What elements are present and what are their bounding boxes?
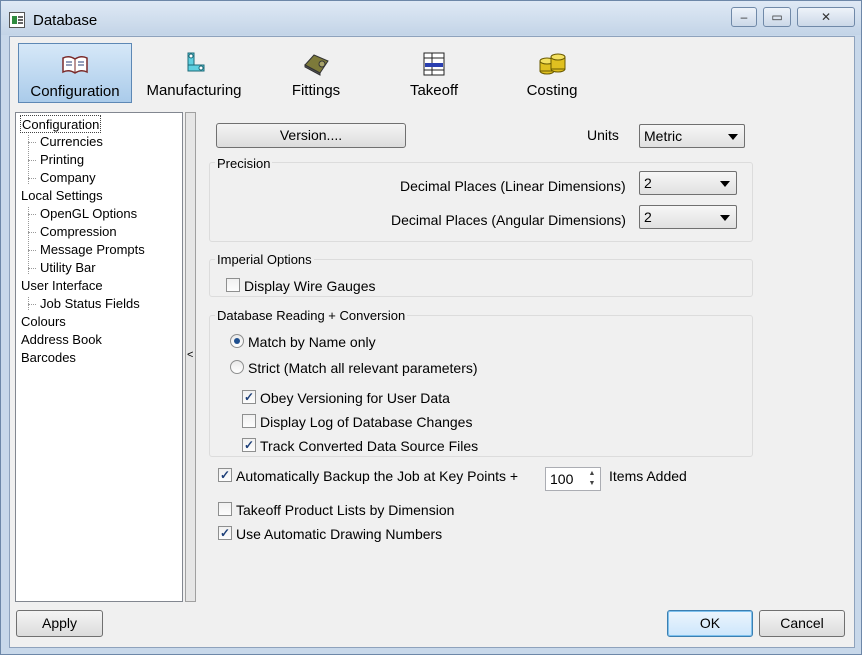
- fittings-icon: [304, 54, 329, 76]
- imperial-title: Imperial Options: [215, 252, 314, 267]
- ok-button[interactable]: OK: [667, 610, 753, 637]
- auto-drawing-label: Use Automatic Drawing Numbers: [236, 526, 443, 542]
- linear-decimals-select[interactable]: 2: [639, 171, 737, 195]
- strict-match-label: Strict (Match all relevant parameters): [248, 360, 478, 376]
- stepper-up-icon[interactable]: ▲: [585, 469, 599, 479]
- wire-gauges-label: Display Wire Gauges: [244, 278, 376, 294]
- tab-configuration[interactable]: Configuration: [18, 43, 132, 103]
- obey-versioning-checkbox[interactable]: ✓: [242, 390, 256, 404]
- tab-label: Manufacturing: [146, 82, 242, 99]
- takeoff-icon: [423, 52, 445, 76]
- settings-tree[interactable]: Configuration Currencies Printing Compan…: [15, 112, 183, 602]
- precision-title: Precision: [215, 156, 273, 171]
- units-select[interactable]: Metric: [639, 124, 745, 148]
- collapse-arrow-icon: <: [187, 349, 194, 361]
- units-value: Metric: [644, 128, 683, 144]
- version-button[interactable]: Version....: [216, 123, 406, 148]
- title-bar[interactable]: Database – ▭ ✕: [1, 1, 861, 35]
- tree-item-compression[interactable]: Compression: [40, 223, 117, 241]
- obey-versioning-label: Obey Versioning for User Data: [260, 390, 450, 406]
- auto-backup-label: Automatically Backup the Job at Key Poin…: [236, 468, 519, 484]
- app-icon: [9, 12, 25, 28]
- angular-decimals-label: Decimal Places (Angular Dimensions): [391, 212, 626, 228]
- coins-icon: [539, 53, 566, 75]
- tree-item-user-interface[interactable]: User Interface: [21, 277, 103, 295]
- close-button[interactable]: ✕: [797, 7, 855, 27]
- tree-item-printing[interactable]: Printing: [40, 151, 84, 169]
- cancel-button[interactable]: Cancel: [759, 610, 845, 637]
- tree-item-message-prompts[interactable]: Message Prompts: [40, 241, 145, 259]
- angular-decimals-value: 2: [644, 209, 652, 225]
- tab-label: Configuration: [30, 83, 120, 100]
- tree-item-local-settings[interactable]: Local Settings: [21, 187, 103, 205]
- db-reading-title: Database Reading + Conversion: [215, 308, 408, 323]
- display-log-checkbox[interactable]: [242, 414, 256, 428]
- tree-item-job-status-fields[interactable]: Job Status Fields: [40, 295, 140, 313]
- tab-fittings[interactable]: Fittings: [261, 43, 371, 103]
- dialog-client: Configuration Manufacturing Fittings Tak…: [9, 36, 855, 648]
- tree-item-currencies[interactable]: Currencies: [40, 133, 103, 151]
- auto-drawing-checkbox[interactable]: ✓: [218, 526, 232, 540]
- auto-backup-checkbox[interactable]: ✓: [218, 468, 232, 482]
- tab-label: Takeoff: [409, 82, 459, 99]
- category-toolbar: Configuration Manufacturing Fittings Tak…: [17, 42, 847, 104]
- track-converted-label: Track Converted Data Source Files: [260, 438, 479, 454]
- linear-decimals-label: Decimal Places (Linear Dimensions): [400, 178, 626, 194]
- display-log-label: Display Log of Database Changes: [260, 414, 473, 430]
- auto-backup-value: 100: [550, 471, 574, 487]
- minimize-button[interactable]: –: [731, 7, 757, 27]
- tab-costing[interactable]: Costing: [497, 43, 607, 103]
- tab-label: Costing: [526, 82, 578, 99]
- units-label: Units: [587, 127, 619, 143]
- tree-item-barcodes[interactable]: Barcodes: [21, 349, 76, 367]
- apply-button[interactable]: Apply: [16, 610, 103, 637]
- collapse-splitter[interactable]: <: [185, 112, 196, 602]
- linear-decimals-value: 2: [644, 175, 652, 191]
- chevron-down-icon: [720, 181, 730, 187]
- stepper-down-icon[interactable]: ▼: [585, 479, 599, 489]
- database-window: Database – ▭ ✕ Configuration Manufacturi…: [0, 0, 862, 655]
- restore-button[interactable]: ▭: [763, 7, 791, 27]
- tree-item-utility-bar[interactable]: Utility Bar: [40, 259, 96, 277]
- takeoff-lists-label: Takeoff Product Lists by Dimension: [236, 502, 455, 518]
- track-converted-checkbox[interactable]: ✓: [242, 438, 256, 452]
- chevron-down-icon: [728, 134, 738, 140]
- window-title: Database: [33, 12, 98, 29]
- book-icon: [62, 55, 88, 74]
- tab-label: Fittings: [291, 82, 341, 99]
- match-by-name-radio[interactable]: [230, 334, 244, 348]
- wire-gauges-checkbox[interactable]: [226, 278, 240, 292]
- takeoff-lists-checkbox[interactable]: [218, 502, 232, 516]
- items-added-label: Items Added: [609, 468, 687, 484]
- tree-item-configuration[interactable]: Configuration: [20, 115, 102, 133]
- auto-backup-stepper[interactable]: 100 ▲ ▼: [545, 467, 601, 491]
- tree-item-opengl-options[interactable]: OpenGL Options: [40, 205, 137, 223]
- tree-item-company[interactable]: Company: [40, 169, 96, 187]
- tree-item-address-book[interactable]: Address Book: [21, 331, 102, 349]
- strict-match-radio[interactable]: [230, 360, 244, 374]
- manufacturing-icon: [187, 52, 205, 72]
- match-by-name-label: Match by Name only: [248, 334, 376, 350]
- tab-manufacturing[interactable]: Manufacturing: [139, 43, 249, 103]
- tab-takeoff[interactable]: Takeoff: [379, 43, 489, 103]
- angular-decimals-select[interactable]: 2: [639, 205, 737, 229]
- tree-item-colours[interactable]: Colours: [21, 313, 66, 331]
- chevron-down-icon: [720, 215, 730, 221]
